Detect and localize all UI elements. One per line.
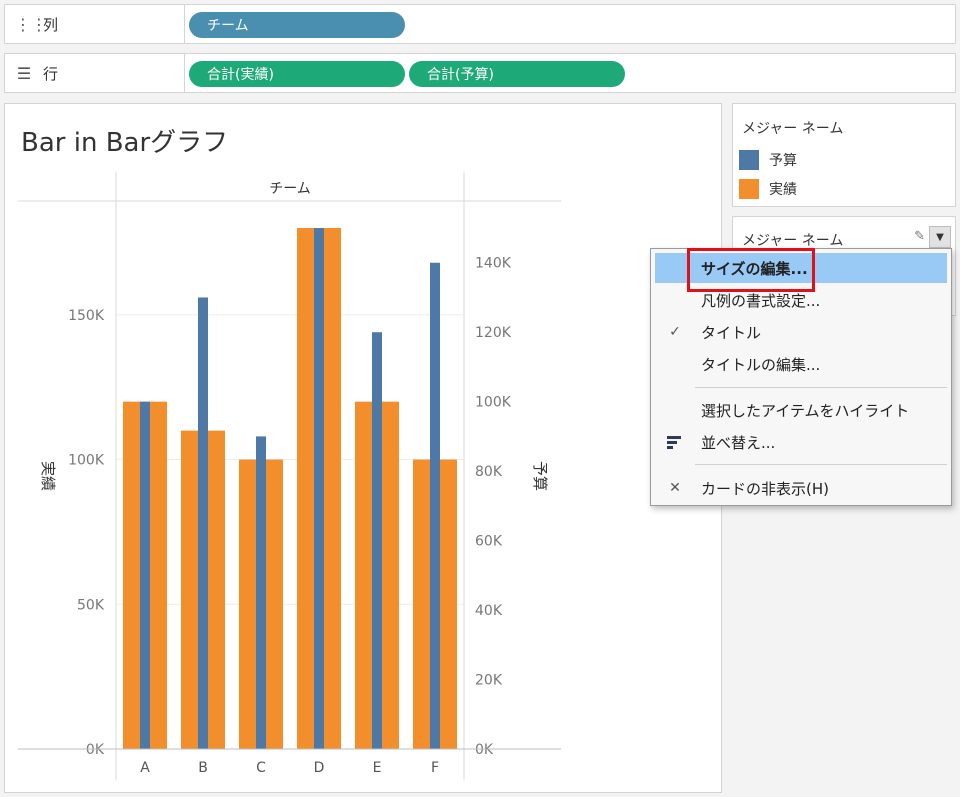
pill-sum-actual-label: 合計(実績) [207,67,274,83]
menu-item-label: タイトル [701,323,762,342]
y-right-tick-label: 140K [475,256,512,272]
worksheet-view: Bar in Barグラフ チーム 0K 50K 100K 150K 0K 20K 40K 60… [4,103,722,793]
pill-sum-budget-label: 合計(予算) [427,67,494,83]
legend-title: メジャー ネーム [742,121,844,137]
y-left-axis-title: 実績 [39,461,57,491]
column-header-label: チーム [269,181,311,197]
menu-item-label: 凡例の書式設定... [701,291,821,310]
rows-shelf: ☰ 行 合計(実績) 合計(予算) [4,53,956,93]
menu-item-highlight-selected[interactable]: 選択したアイテムをハイライト [655,395,947,425]
sort-icon-wrap [655,434,695,450]
checkmark-icon: ✓ [669,324,681,340]
y-left-tick-label: 150K [68,308,105,324]
columns-icon: ⋮⋮ [15,14,47,34]
legend-context-menu: サイズの編集... 凡例の書式設定... ✓ タイトル タイトルの編集... 選… [650,248,952,506]
y-right-tick-label: 100K [475,395,512,411]
size-card-title: メジャー ネーム [742,233,844,249]
menu-item-edit-size[interactable]: サイズの編集... [655,253,947,283]
bar-budget-E [372,332,382,749]
menu-separator [695,387,947,388]
bar-budget-B [198,297,208,749]
bar-budget-F [430,262,440,749]
menu-item-title[interactable]: ✓ タイトル [655,317,947,347]
columns-shelf-label-area: ⋮⋮ 列 [5,5,185,43]
menu-item-format-legend[interactable]: 凡例の書式設定... [655,285,947,315]
rows-shelf-label: 行 [43,64,59,83]
y-right-axis-title: 予算 [531,461,549,491]
y-left-tick-label: 50K [77,597,105,613]
menu-item-edit-title[interactable]: タイトルの編集... [655,349,947,379]
x-tick-label: F [431,760,439,776]
menu-separator [695,464,947,465]
bar-in-bar-chart: チーム 0K 50K 100K 150K 0K 20K 40K 60K 80K 100K 120K 14… [18,172,561,780]
y-right-tick-label: 40K [475,603,503,619]
y-right-tick-label: 0K [475,742,494,758]
sort-icon [667,436,683,449]
x-tick-label: A [140,760,150,776]
x-tick-label: D [314,760,325,776]
pill-team-label: チーム [207,18,249,34]
menu-item-label: サイズの編集... [701,259,808,278]
y-right-tick-label: 20K [475,673,503,689]
x-tick-label: E [373,760,382,776]
legend-item-budget[interactable]: 予算 [739,150,797,170]
legend-label-actual: 実績 [769,182,797,198]
y-right-tick-label: 80K [475,464,503,480]
menu-item-hide-card[interactable]: ✕ カードの非表示(H) [655,473,947,503]
bar-budget-C [256,436,266,749]
columns-shelf: ⋮⋮ 列 チーム [4,4,956,44]
legend-swatch-budget [739,150,759,170]
legend-swatch-actual [739,179,759,199]
pill-sum-actual[interactable]: 合計(実績) [189,61,405,87]
legend-label-budget: 予算 [769,153,797,169]
rows-shelf-label-area: ☰ 行 [5,54,185,92]
y-right-tick-label: 60K [475,534,503,550]
color-legend: メジャー ネーム 予算 実績 [732,103,956,207]
y-left-tick-label: 100K [68,453,105,469]
menu-item-label: 選択したアイテムをハイライト [701,401,910,420]
pencil-icon[interactable]: ✎ [914,229,925,244]
menu-item-sort[interactable]: 並べ替え... [655,427,947,457]
menu-item-label: 並べ替え... [701,433,776,452]
caret-down-icon: ▼ [936,231,944,243]
bar-budget-D [314,228,324,749]
pill-sum-budget[interactable]: 合計(予算) [409,61,625,87]
y-right-tick-label: 120K [475,325,512,341]
menu-item-label: カードの非表示(H) [701,479,829,498]
x-tick-label: B [198,760,208,776]
x-tick-label: C [256,760,266,776]
columns-shelf-label: 列 [43,15,59,34]
rows-icon: ☰ [16,63,32,83]
card-menu-dropdown-button[interactable]: ▼ [929,226,951,248]
bar-budget-A [140,401,150,749]
y-left-tick-label: 0K [86,742,105,758]
menu-item-label: タイトルの編集... [701,355,821,374]
close-icon: ✕ [669,480,681,496]
pill-team[interactable]: チーム [189,12,405,38]
legend-item-actual[interactable]: 実績 [739,179,797,199]
